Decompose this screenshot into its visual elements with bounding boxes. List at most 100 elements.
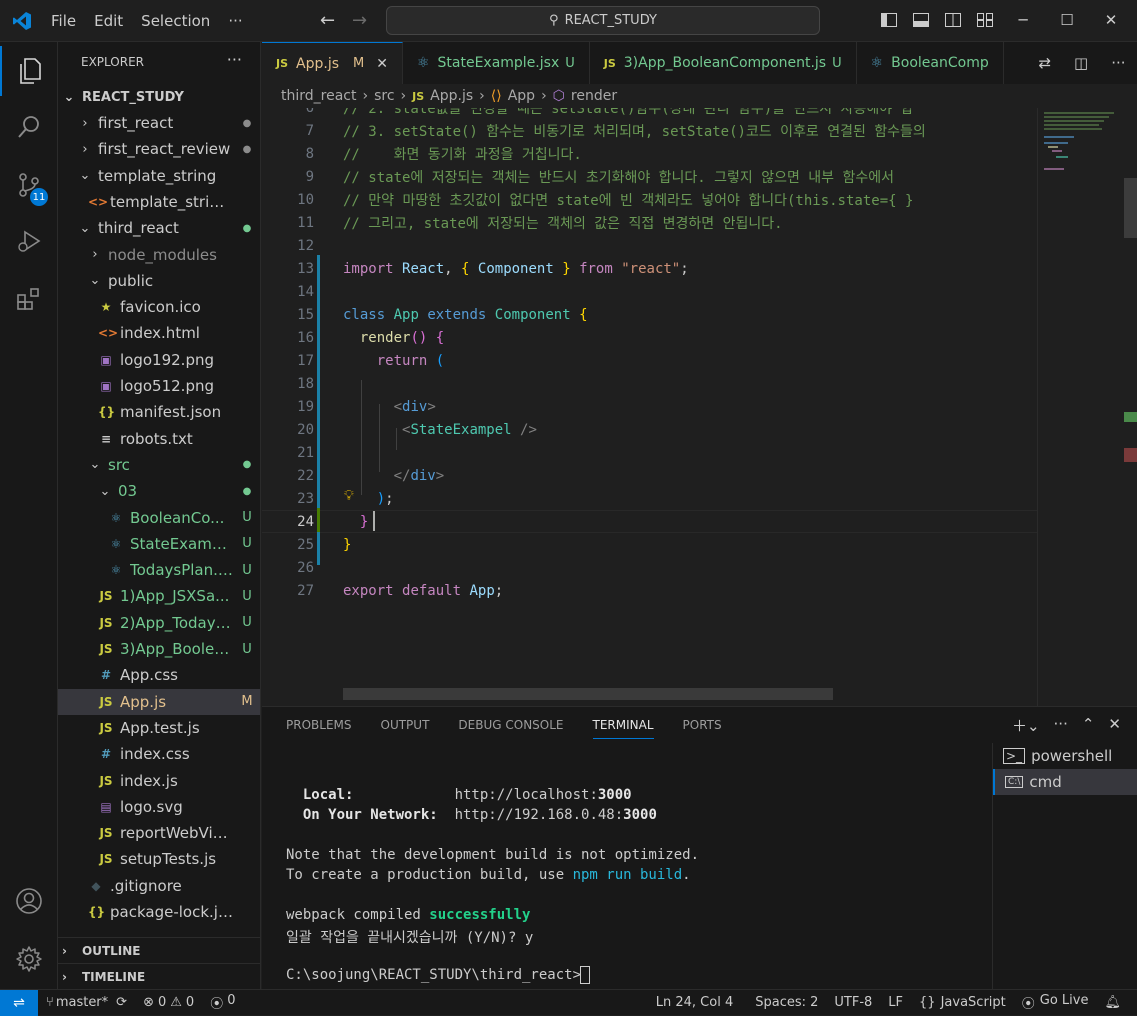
tree-item[interactable]: JS index.js <box>58 768 260 794</box>
code-editor[interactable]: 6 // 2. state값을 변경할 때는 setState()함수(상태 관리… <box>262 108 1037 706</box>
explorer-icon[interactable] <box>0 46 58 96</box>
new-terminal-icon[interactable]: ＋⌄ <box>1012 715 1040 736</box>
remote-indicator-icon[interactable]: ⇌ <box>0 989 38 1016</box>
tree-item[interactable]: ▣ logo512.png <box>58 373 260 399</box>
tree-item[interactable]: {} manifest.json <box>58 399 260 425</box>
open-changes-icon[interactable]: ⇄ <box>1038 54 1051 72</box>
tab-output[interactable]: OUTPUT <box>381 718 430 732</box>
notifications-bell-icon[interactable]: 🔔︎ <box>1096 995 1129 1010</box>
editor-tab[interactable]: ⚛ BooleanComp <box>857 42 1004 84</box>
split-editor-icon[interactable]: ◫ <box>1074 54 1088 72</box>
tree-item[interactable]: ▤ logo.svg <box>58 794 260 820</box>
search-icon[interactable] <box>0 102 58 152</box>
settings-gear-icon[interactable] <box>0 934 58 984</box>
tree-item[interactable]: JS setupTests.js <box>58 846 260 872</box>
maximize-panel-icon[interactable]: ⌃ <box>1082 715 1095 736</box>
language-mode[interactable]: {} JavaScript <box>911 995 1014 1010</box>
tree-item[interactable]: ◆ .gitignore <box>58 873 260 899</box>
tab-problems[interactable]: PROBLEMS <box>286 718 352 732</box>
editor-tab[interactable]: ⚛ StateExample.jsx U <box>403 42 590 84</box>
timeline-section[interactable]: › TIMELINE <box>58 963 260 989</box>
tree-item[interactable]: › node_modules <box>58 242 260 268</box>
accounts-icon[interactable] <box>0 876 58 926</box>
maximize-icon[interactable]: ☐ <box>1056 8 1078 32</box>
toggle-sidebar-icon[interactable] <box>878 8 900 32</box>
command-center[interactable]: ⚲ REACT_STUDY <box>386 6 820 35</box>
tree-item[interactable]: JS reportWebVitals.js <box>58 820 260 846</box>
tree-item[interactable]: # index.css <box>58 741 260 767</box>
terminal-output[interactable]: Local: http://localhost:3000 On Your Net… <box>286 787 699 987</box>
tree-item[interactable]: ⌄ src ● <box>58 452 260 478</box>
tree-item[interactable]: {} package-lock.json <box>58 899 260 925</box>
tree-item[interactable]: JS App.test.js <box>58 715 260 741</box>
menu-edit[interactable]: Edit <box>85 12 132 30</box>
close-panel-icon[interactable]: ✕ <box>1108 715 1121 736</box>
line-ending[interactable]: LF <box>880 995 911 1010</box>
more-actions-icon[interactable]: ··· <box>227 50 242 69</box>
tree-item[interactable]: <>template_string.html <box>58 189 260 215</box>
tree-item[interactable]: ≡ robots.txt <box>58 426 260 452</box>
toggle-panel-icon[interactable] <box>910 8 932 32</box>
customize-layout-icon[interactable] <box>974 8 996 32</box>
tree-item[interactable]: ⚛ TodaysPlan.jsx U <box>58 557 260 583</box>
sync-icon[interactable]: ⟳ <box>108 995 135 1010</box>
breadcrumb-class[interactable]: App <box>508 88 535 104</box>
tree-item[interactable]: ⚛ BooleanCo... U <box>58 505 260 531</box>
tree-item[interactable]: JS 3)App_Boolea... U <box>58 636 260 662</box>
lightbulb-icon[interactable]: 💡︎ <box>344 488 354 504</box>
editor-tab[interactable]: JS App.js M ✕ <box>262 42 403 84</box>
tree-item[interactable]: JS 2)App_Todays... U <box>58 610 260 636</box>
breadcrumb-folder[interactable]: src <box>374 88 394 104</box>
back-arrow-icon[interactable]: ← <box>320 10 335 31</box>
cursor-position[interactable]: Ln 24, Col 4 <box>648 995 741 1010</box>
tree-item[interactable]: ⌄ template_string <box>58 163 260 189</box>
minimize-icon[interactable]: ─ <box>1012 8 1034 32</box>
tree-item-label: index.html <box>120 324 200 343</box>
ports-indicator[interactable]: ⦿ 0 <box>202 993 243 1012</box>
go-live-button[interactable]: ⦿ Go Live <box>1014 993 1097 1012</box>
tab-terminal[interactable]: TERMINAL <box>592 718 654 739</box>
tree-item[interactable]: ⌄ public <box>58 268 260 294</box>
menu-file[interactable]: File <box>42 12 85 30</box>
chevron-down-icon: ⌄ <box>79 168 91 184</box>
problems-indicator[interactable]: ⊗ 0 ⚠ 0 <box>135 995 202 1010</box>
tree-item[interactable]: ▣ logo192.png <box>58 347 260 373</box>
close-window-icon[interactable]: ✕ <box>1100 8 1122 32</box>
tree-item[interactable]: JS App.js M <box>58 688 260 715</box>
tree-item[interactable]: <> index.html <box>58 320 260 346</box>
code-token: // 만약 마땅한 초깃값이 없다면 state에 빈 객체라도 넣어야 합니다… <box>343 192 914 209</box>
encoding[interactable]: UTF-8 <box>826 995 880 1010</box>
close-tab-icon[interactable]: ✕ <box>376 56 388 72</box>
tree-item[interactable]: ⌄ 03 ● <box>58 478 260 504</box>
forward-arrow-icon[interactable]: → <box>352 10 367 31</box>
menu-selection[interactable]: Selection <box>132 12 219 30</box>
tree-item[interactable]: ⚛ StateExampl... U <box>58 531 260 557</box>
source-control-icon[interactable] <box>0 160 58 210</box>
editor-tab[interactable]: JS 3)App_BooleanComponent.js U <box>590 42 857 84</box>
breadcrumb-file[interactable]: App.js <box>430 88 473 104</box>
terminal-item-cmd[interactable]: C:\ cmd <box>993 769 1137 795</box>
run-debug-icon[interactable] <box>0 216 58 266</box>
git-branch[interactable]: master* <box>56 995 108 1010</box>
tree-item[interactable]: ★ favicon.ico <box>58 294 260 320</box>
workspace-root[interactable]: ⌄ REACT_STUDY <box>58 84 260 110</box>
terminal-item-powershell[interactable]: >_ powershell <box>993 743 1137 769</box>
more-actions-icon[interactable]: ··· <box>1111 54 1125 72</box>
breadcrumb-method[interactable]: render <box>571 88 617 104</box>
tab-debug-console[interactable]: DEBUG CONSOLE <box>458 718 563 732</box>
tree-item[interactable]: › first_react ● <box>58 110 260 136</box>
breadcrumb-folder[interactable]: third_react <box>281 88 356 104</box>
extensions-icon[interactable] <box>0 274 58 324</box>
horizontal-scrollbar[interactable] <box>343 688 833 700</box>
more-actions-icon[interactable]: ··· <box>1054 715 1068 736</box>
toggle-secondary-sidebar-icon[interactable] <box>942 8 964 32</box>
minimap[interactable] <box>1037 108 1137 706</box>
tab-ports[interactable]: PORTS <box>683 718 722 732</box>
outline-section[interactable]: › OUTLINE <box>58 937 260 963</box>
tree-item[interactable]: JS 1)App_JSXSa... U <box>58 583 260 609</box>
tree-item[interactable]: # App.css <box>58 662 260 688</box>
tree-item[interactable]: › first_react_review ● <box>58 136 260 162</box>
indentation[interactable]: Spaces: 2 <box>747 995 826 1010</box>
menu-more[interactable]: ··· <box>219 12 251 30</box>
tree-item[interactable]: ⌄ third_react ● <box>58 215 260 241</box>
